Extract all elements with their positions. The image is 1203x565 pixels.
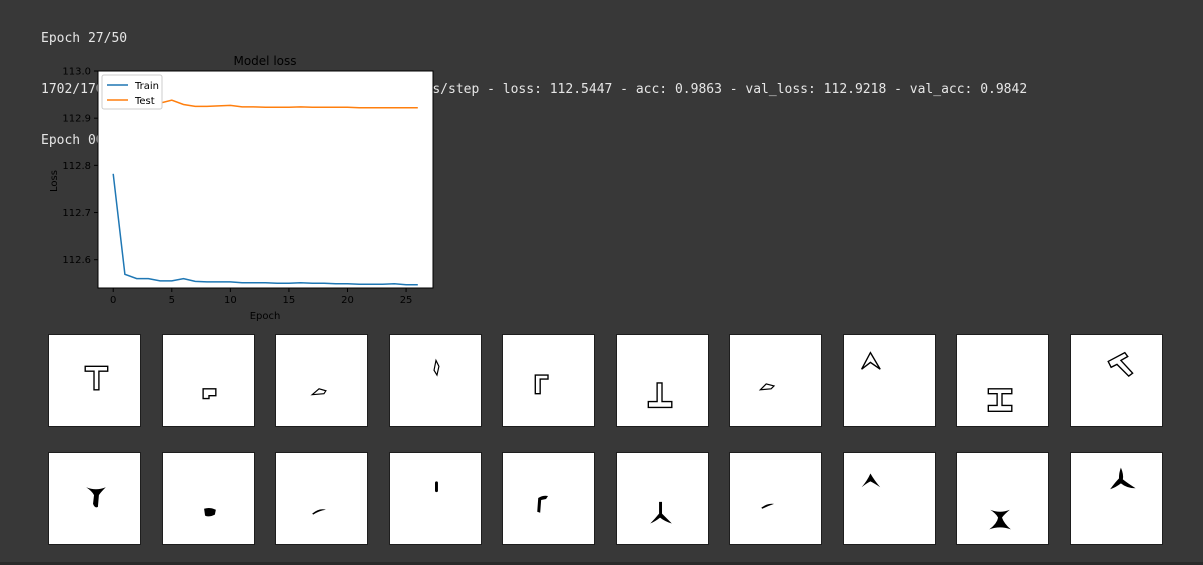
x-axis-label: Epoch <box>250 311 281 322</box>
thumbnail-parallelogram-outline-2 <box>729 334 822 427</box>
thumbnail-i-beam-outline <box>956 334 1049 427</box>
thumbnail-leaf-outline <box>389 334 482 427</box>
thumbnail-corner-outline <box>502 334 595 427</box>
x-tick-label: 25 <box>400 295 413 306</box>
legend: Train Test <box>101 74 163 110</box>
thumbnail-corner-blob <box>502 452 595 545</box>
thumbnail-square-blob <box>162 452 255 545</box>
x-tick-label: 0 <box>110 295 116 306</box>
thumbnail-bar-blob <box>389 452 482 545</box>
thumbnail-dash-blob-2 <box>729 452 822 545</box>
y-axis-label: Loss <box>49 170 60 192</box>
y-tick-label: 112.6 <box>62 255 91 266</box>
thumbnail-tripod-blob-2 <box>1070 452 1163 545</box>
x-tick-label: 10 <box>224 295 237 306</box>
loss-chart: Model loss Epoch Loss 0 5 10 15 20 25 112.6 112… <box>49 54 434 322</box>
thumbnail-inverted-t-outline <box>616 334 709 427</box>
thumbnail-tripod-blob <box>616 452 709 545</box>
thumbnail-parallelogram-outline <box>275 334 368 427</box>
thumbnail-rotated-t-outline <box>1070 334 1163 427</box>
thumbnail-dash-blob <box>275 452 368 545</box>
thumbnail-i-beam-blob <box>956 452 1049 545</box>
x-tick-label: 20 <box>341 295 354 306</box>
thumbnail-small-square-outline <box>162 334 255 427</box>
thumbnail-t-blob <box>48 452 141 545</box>
thumbnail-chevron-outline <box>843 334 936 427</box>
y-tick-label: 112.7 <box>62 208 91 219</box>
thumbnail-arrow-blob <box>843 452 936 545</box>
legend-train-label: Train <box>134 81 159 92</box>
y-tick-label: 113.0 <box>62 67 91 78</box>
y-tick-label: 112.8 <box>62 161 91 172</box>
legend-test-label: Test <box>134 96 155 107</box>
chart-title: Model loss <box>233 54 296 68</box>
thumbnail-t-outline <box>48 334 141 427</box>
x-tick-label: 15 <box>283 295 296 306</box>
y-tick-label: 112.9 <box>62 114 91 125</box>
x-tick-label: 5 <box>169 295 175 306</box>
